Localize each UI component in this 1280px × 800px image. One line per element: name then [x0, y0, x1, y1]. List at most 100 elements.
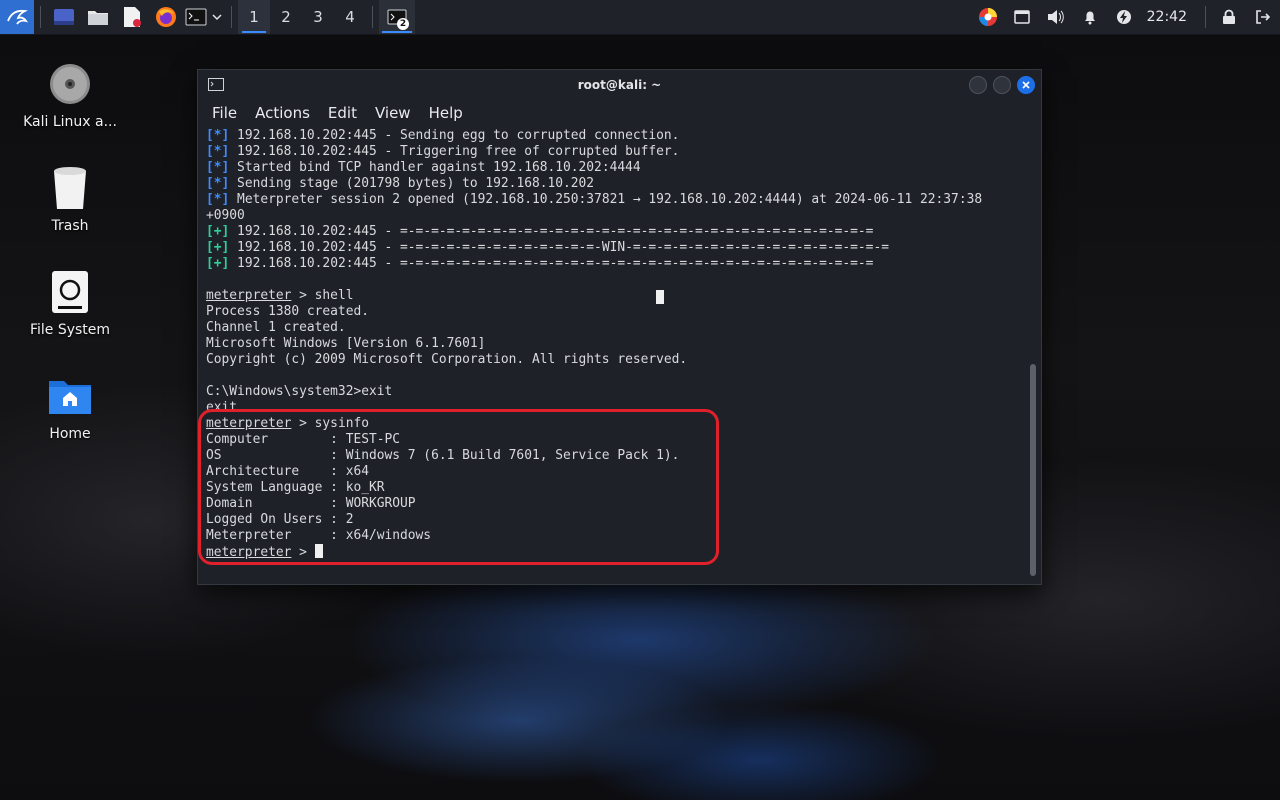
menu-help[interactable]: Help — [419, 104, 471, 122]
text-editor-launcher[interactable] — [115, 0, 149, 34]
terminal-output[interactable]: [*] 192.168.10.202:445 - Sending egg to … — [206, 128, 1026, 578]
terminal-line: [*] Meterpreter session 2 opened (192.16… — [206, 192, 1026, 208]
terminal-line: [+] 192.168.10.202:445 - =-=-=-=-=-=-=-=… — [206, 240, 1026, 256]
volume-button[interactable] — [1039, 0, 1073, 34]
meterpreter-prompt: meterpreter — [206, 288, 292, 303]
terminal-line: [*] Started bind TCP handler against 192… — [206, 160, 1026, 176]
logout-icon — [1256, 10, 1271, 24]
terminal-line: Architecture : x64 — [206, 464, 1026, 480]
desktop-icon-trash[interactable]: Trash — [10, 164, 130, 234]
system-tray: 22:42 — [971, 0, 1280, 34]
terminal-line-text: Meterpreter session 2 opened (192.168.10… — [229, 192, 983, 207]
terminal-line: exit — [206, 400, 1026, 416]
menu-file[interactable]: File — [202, 104, 245, 122]
panel-separator — [372, 6, 373, 28]
terminal-line: C:\Windows\system32>exit — [206, 384, 1026, 400]
clock[interactable]: 22:42 — [1141, 9, 1199, 25]
logout-button[interactable] — [1246, 0, 1280, 34]
terminal-line: [+] 192.168.10.202:445 - =-=-=-=-=-=-=-=… — [206, 256, 1026, 272]
window-tray-button[interactable] — [1005, 0, 1039, 34]
terminal-line: [+] 192.168.10.202:445 - =-=-=-=-=-=-=-=… — [206, 224, 1026, 240]
menu-edit[interactable]: Edit — [318, 104, 365, 122]
info-tag: [*] — [206, 160, 230, 175]
terminal-line: Process 1380 created. — [206, 304, 1026, 320]
terminal-line-text: Logged On Users : 2 — [206, 512, 354, 527]
terminal-cursor — [314, 544, 323, 558]
close-button[interactable] — [1017, 76, 1035, 94]
terminal-line-text: 192.168.10.202:445 - Triggering free of … — [229, 144, 680, 159]
terminal-launcher[interactable] — [183, 0, 209, 34]
terminal-line-text: +0900 — [206, 208, 245, 223]
terminal-line: Logged On Users : 2 — [206, 512, 1026, 528]
terminal-line-text: > sysinfo — [291, 416, 369, 431]
file-manager-launcher[interactable] — [81, 0, 115, 34]
trash-icon — [46, 164, 94, 212]
terminal-line-text: 192.168.10.202:445 - Sending egg to corr… — [229, 128, 680, 143]
drive-icon — [46, 268, 94, 316]
show-desktop-button[interactable] — [47, 0, 81, 34]
kali-menu-button[interactable] — [0, 0, 34, 34]
terminal-line: [*] Sending stage (201798 bytes) to 192.… — [206, 176, 1026, 192]
terminal-line: +0900 — [206, 208, 1026, 224]
panel-separator — [1205, 6, 1206, 28]
notifications-button[interactable] — [1073, 0, 1107, 34]
success-tag: [+] — [206, 256, 230, 271]
desktop-icon-file-system[interactable]: File System — [10, 268, 130, 338]
kali-dragon-icon — [7, 9, 29, 25]
window-title: root@kali: ~ — [577, 78, 662, 92]
workspace-3[interactable]: 3 — [302, 0, 334, 34]
terminal-dropdown-button[interactable] — [209, 0, 225, 34]
lightning-icon — [1116, 10, 1131, 24]
terminal-line: System Language : ko_KR — [206, 480, 1026, 496]
success-tag: [+] — [206, 224, 230, 239]
bell-icon — [1084, 11, 1095, 25]
lock-screen-button[interactable] — [1212, 0, 1246, 34]
terminal-line-text: Process 1380 created. — [206, 304, 369, 319]
power-status-button[interactable] — [1107, 0, 1141, 34]
info-tag: [*] — [206, 144, 230, 159]
terminal-line: Microsoft Windows [Version 6.1.7601] — [206, 336, 1026, 352]
desktop-icon-kali-linux[interactable]: Kali Linux a... — [10, 60, 130, 130]
workspace-label: 3 — [313, 8, 323, 26]
color-picker-tray[interactable] — [971, 0, 1005, 34]
workspace-2[interactable]: 2 — [270, 0, 302, 34]
workspace-label: 4 — [345, 8, 355, 26]
firefox-icon — [156, 7, 176, 27]
window-titlebar[interactable]: root@kali: ~ — [198, 70, 1041, 100]
terminal-line-text: Computer : TEST-PC — [206, 432, 401, 447]
panel-separator — [231, 6, 232, 28]
menu-view[interactable]: View — [365, 104, 419, 122]
desktop-icon-label: Home — [49, 426, 91, 442]
terminal-line-text: Copyright (c) 2009 Microsoft Corporation… — [206, 352, 688, 367]
terminal-line: Meterpreter : x64/windows — [206, 528, 1026, 544]
terminal-icon — [208, 78, 224, 94]
minimize-button[interactable] — [969, 76, 987, 94]
text-editor-icon — [124, 7, 141, 27]
maximize-button[interactable] — [993, 76, 1011, 94]
chevron-down-icon — [212, 14, 222, 21]
folder-icon — [88, 11, 108, 25]
terminal-line-text: Started bind TCP handler against 192.168… — [229, 160, 641, 175]
top-panel: 1 2 3 4 2 22:42 — [0, 0, 1280, 35]
terminal-line: meterpreter > sysinfo — [206, 416, 1026, 432]
terminal-line-text: > shell — [291, 288, 354, 303]
info-tag: [*] — [206, 192, 230, 207]
workspace-1[interactable]: 1 — [238, 0, 270, 34]
desktop-icon-label: File System — [29, 322, 111, 338]
home-folder-icon — [46, 372, 94, 420]
terminal-line: [*] 192.168.10.202:445 - Triggering free… — [206, 144, 1026, 160]
taskbar-terminal-window[interactable]: 2 — [379, 0, 415, 34]
scrollbar[interactable] — [1030, 364, 1036, 576]
terminal-line: [*] 192.168.10.202:445 - Sending egg to … — [206, 128, 1026, 144]
terminal-line-text: Domain : WORKGROUP — [206, 496, 416, 511]
terminal-line: Copyright (c) 2009 Microsoft Corporation… — [206, 352, 1026, 368]
speaker-icon — [1047, 10, 1064, 24]
color-wheel-icon — [978, 8, 997, 26]
window-controls — [969, 76, 1035, 94]
workspace-4[interactable]: 4 — [334, 0, 366, 34]
firefox-launcher[interactable] — [149, 0, 183, 34]
menu-actions[interactable]: Actions — [245, 104, 318, 122]
desktop-icon-home[interactable]: Home — [10, 372, 130, 442]
menu-bar: File Actions Edit View Help — [198, 100, 1041, 125]
